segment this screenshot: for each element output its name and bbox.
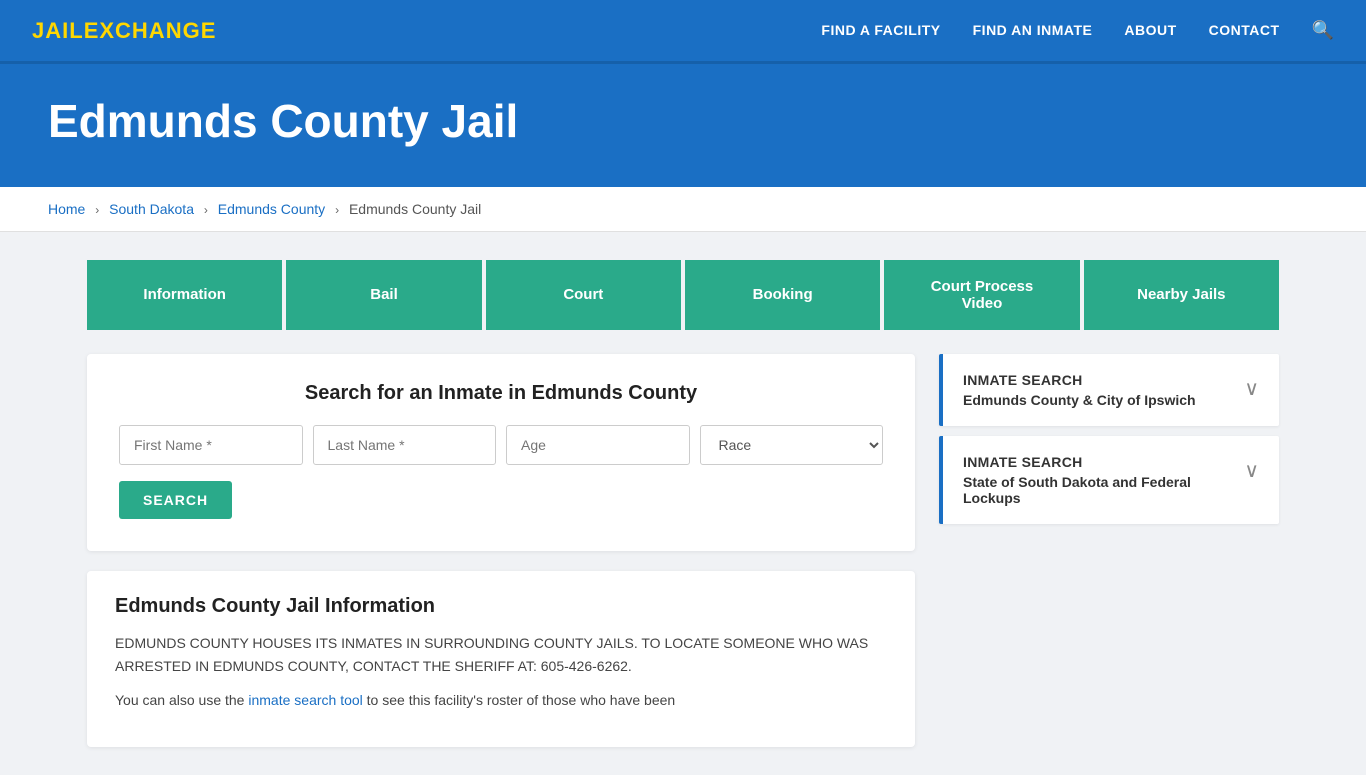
- chevron-down-icon-1: ∨: [1244, 376, 1259, 401]
- nav-item-find-facility[interactable]: FIND A FACILITY: [821, 22, 940, 40]
- age-input[interactable]: [506, 425, 690, 465]
- inmate-card-2-sublabel: State of South Dakota and Federal Lockup…: [963, 474, 1244, 506]
- inmate-card-1-label: Inmate Search: [963, 372, 1196, 388]
- last-name-input[interactable]: [313, 425, 497, 465]
- inmate-search-link[interactable]: inmate search tool: [248, 692, 362, 708]
- race-select[interactable]: Race White Black Hispanic Asian Other: [700, 425, 884, 465]
- inmate-search-box: Search for an Inmate in Edmunds County R…: [87, 354, 915, 551]
- search-box-title: Search for an Inmate in Edmunds County: [119, 382, 883, 405]
- breadcrumb-current: Edmunds County Jail: [349, 201, 481, 217]
- breadcrumb-sep-3: ›: [335, 203, 339, 217]
- inmate-search-card-1[interactable]: Inmate Search Edmunds County & City of I…: [939, 354, 1279, 426]
- breadcrumb: Home › South Dakota › Edmunds County › E…: [0, 187, 1366, 232]
- tab-court[interactable]: Court: [486, 260, 681, 330]
- breadcrumb-south-dakota[interactable]: South Dakota: [109, 201, 194, 217]
- inmate-card-1-sublabel: Edmunds County & City of Ipswich: [963, 392, 1196, 408]
- info-paragraph-1: EDMUNDS COUNTY HOUSES ITS INMATES IN SUR…: [115, 632, 887, 680]
- logo-jail: JAIL: [32, 18, 84, 43]
- info-box: Edmunds County Jail Information EDMUNDS …: [87, 571, 915, 747]
- right-column: Inmate Search Edmunds County & City of I…: [939, 354, 1279, 532]
- nav-item-find-inmate[interactable]: FIND AN INMATE: [973, 22, 1093, 40]
- content-row: Search for an Inmate in Edmunds County R…: [87, 354, 1279, 747]
- hero-section: Edmunds County Jail: [0, 64, 1366, 187]
- breadcrumb-home[interactable]: Home: [48, 201, 85, 217]
- nav-links: FIND A FACILITY FIND AN INMATE ABOUT CON…: [821, 20, 1334, 41]
- first-name-input[interactable]: [119, 425, 303, 465]
- inmate-search-card-2[interactable]: Inmate Search State of South Dakota and …: [939, 436, 1279, 524]
- inmate-card-2-label: Inmate Search: [963, 454, 1244, 470]
- tab-nearby-jails[interactable]: Nearby Jails: [1084, 260, 1279, 330]
- site-logo[interactable]: JAILEXCHANGE: [32, 18, 216, 44]
- navbar: JAILEXCHANGE FIND A FACILITY FIND AN INM…: [0, 0, 1366, 64]
- main-content: Information Bail Court Booking Court Pro…: [63, 232, 1303, 775]
- breadcrumb-sep-2: ›: [204, 203, 208, 217]
- tab-court-process-video[interactable]: Court Process Video: [884, 260, 1079, 330]
- nav-item-contact[interactable]: CONTACT: [1209, 22, 1280, 40]
- logo-exchange: EXCHANGE: [84, 18, 217, 43]
- tab-booking[interactable]: Booking: [685, 260, 880, 330]
- info-p2-suffix: to see this facility's roster of those w…: [363, 692, 675, 708]
- info-p2-prefix: You can also use the: [115, 692, 248, 708]
- search-fields: Race White Black Hispanic Asian Other: [119, 425, 883, 465]
- nav-search-icon[interactable]: 🔍: [1312, 20, 1334, 41]
- tab-bar: Information Bail Court Booking Court Pro…: [87, 260, 1279, 330]
- nav-item-about[interactable]: ABOUT: [1124, 22, 1176, 40]
- search-button[interactable]: SEARCH: [119, 481, 232, 519]
- page-title: Edmunds County Jail: [48, 96, 1318, 147]
- left-column: Search for an Inmate in Edmunds County R…: [87, 354, 915, 747]
- chevron-down-icon-2: ∨: [1244, 458, 1259, 483]
- breadcrumb-edmunds-county[interactable]: Edmunds County: [218, 201, 325, 217]
- tab-bail[interactable]: Bail: [286, 260, 481, 330]
- info-paragraph-2: You can also use the inmate search tool …: [115, 689, 887, 713]
- info-box-title: Edmunds County Jail Information: [115, 595, 887, 618]
- breadcrumb-sep-1: ›: [95, 203, 99, 217]
- tab-information[interactable]: Information: [87, 260, 282, 330]
